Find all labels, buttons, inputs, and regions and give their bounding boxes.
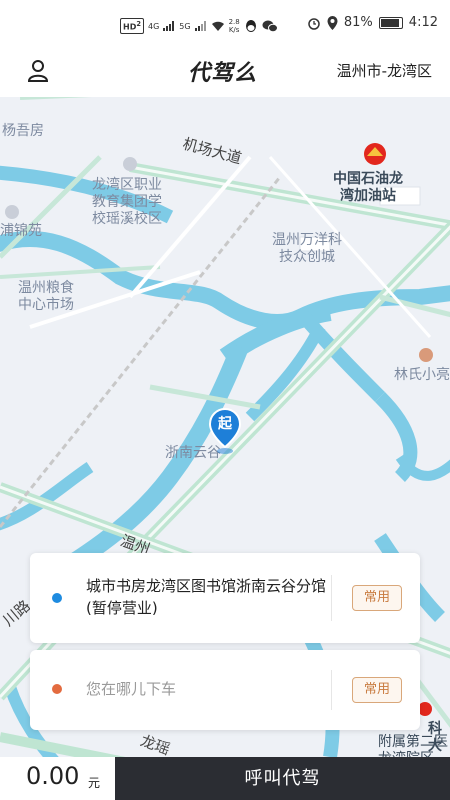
price-unit: 元 [88,776,101,790]
bottom-bar: 0.00 元 呼叫代驾 [0,757,450,800]
battery-percent: 81% [343,15,373,30]
status-bar: HD2 4G 5G 2.8 K/s 81% 4:12 [0,0,450,50]
app-header: 代驾么 温州市-龙湾区 [0,45,450,97]
map-label-hospital: 附属第二医 龙湾院区 [378,734,448,757]
hd-num: 2 [136,20,141,29]
start-marker-label: 起 [218,416,232,432]
map-label-gas-station: 中国石油龙 湾加油站 [333,171,403,204]
status-right: 81% 4:12 [307,15,438,30]
user-profile-button[interactable] [24,57,52,85]
status-left: HD2 4G 5G 2.8 K/s [120,18,278,34]
map-label-yangwufang: 杨吾房 [2,123,44,139]
signal-4g: 4G [147,21,160,31]
qq-icon [245,20,256,32]
wechat-icon [262,20,278,33]
map-label-wanyang: 温州万洋科 技众创城 [272,232,342,265]
origin-dot-icon [52,593,62,603]
city-selector[interactable]: 温州市-龙湾区 [337,60,432,81]
origin-card[interactable]: 城市书房龙湾区图书馆浙南云谷分馆(暂停营业) 常用 [30,553,420,643]
map-label-school: 龙湾区职业 教育集团学 校瑶溪校区 [92,177,162,227]
net-speed: 2.8 K/s [228,18,240,34]
destination-card[interactable]: 您在哪儿下车 常用 [30,650,420,730]
card-divider-2 [331,670,332,710]
wifi-icon [211,21,224,31]
app-logo: 代驾么 [188,61,258,86]
hd-badge: HD2 [120,18,144,34]
battery-icon [378,16,403,29]
alarm-icon [308,17,320,30]
signal-5g: 5G [179,21,191,31]
start-location-marker[interactable]: 起 [207,407,243,457]
map-label-linshi: 林氏小亮 [394,367,450,383]
destination-dot-icon [52,684,62,694]
origin-address[interactable]: 城市书房龙湾区图书馆浙南云谷分馆(暂停营业) [86,575,346,619]
origin-favorite-button[interactable]: 常用 [352,585,402,611]
signal-icon-2 [194,21,206,31]
price-amount: 0.00 [26,762,80,790]
user-icon [27,60,49,82]
destination-input[interactable]: 您在哪儿下车 [86,678,346,700]
signal-icon [163,21,175,31]
card-divider [331,575,332,621]
map-label-jinyuan: 浦锦苑 [0,223,42,239]
location-icon [327,15,338,30]
destination-favorite-button[interactable]: 常用 [352,677,402,703]
map-label-grain-market: 温州粮食 中心市场 [18,280,74,313]
call-driver-button[interactable]: 呼叫代驾 [115,757,450,800]
clock: 4:12 [408,15,438,30]
